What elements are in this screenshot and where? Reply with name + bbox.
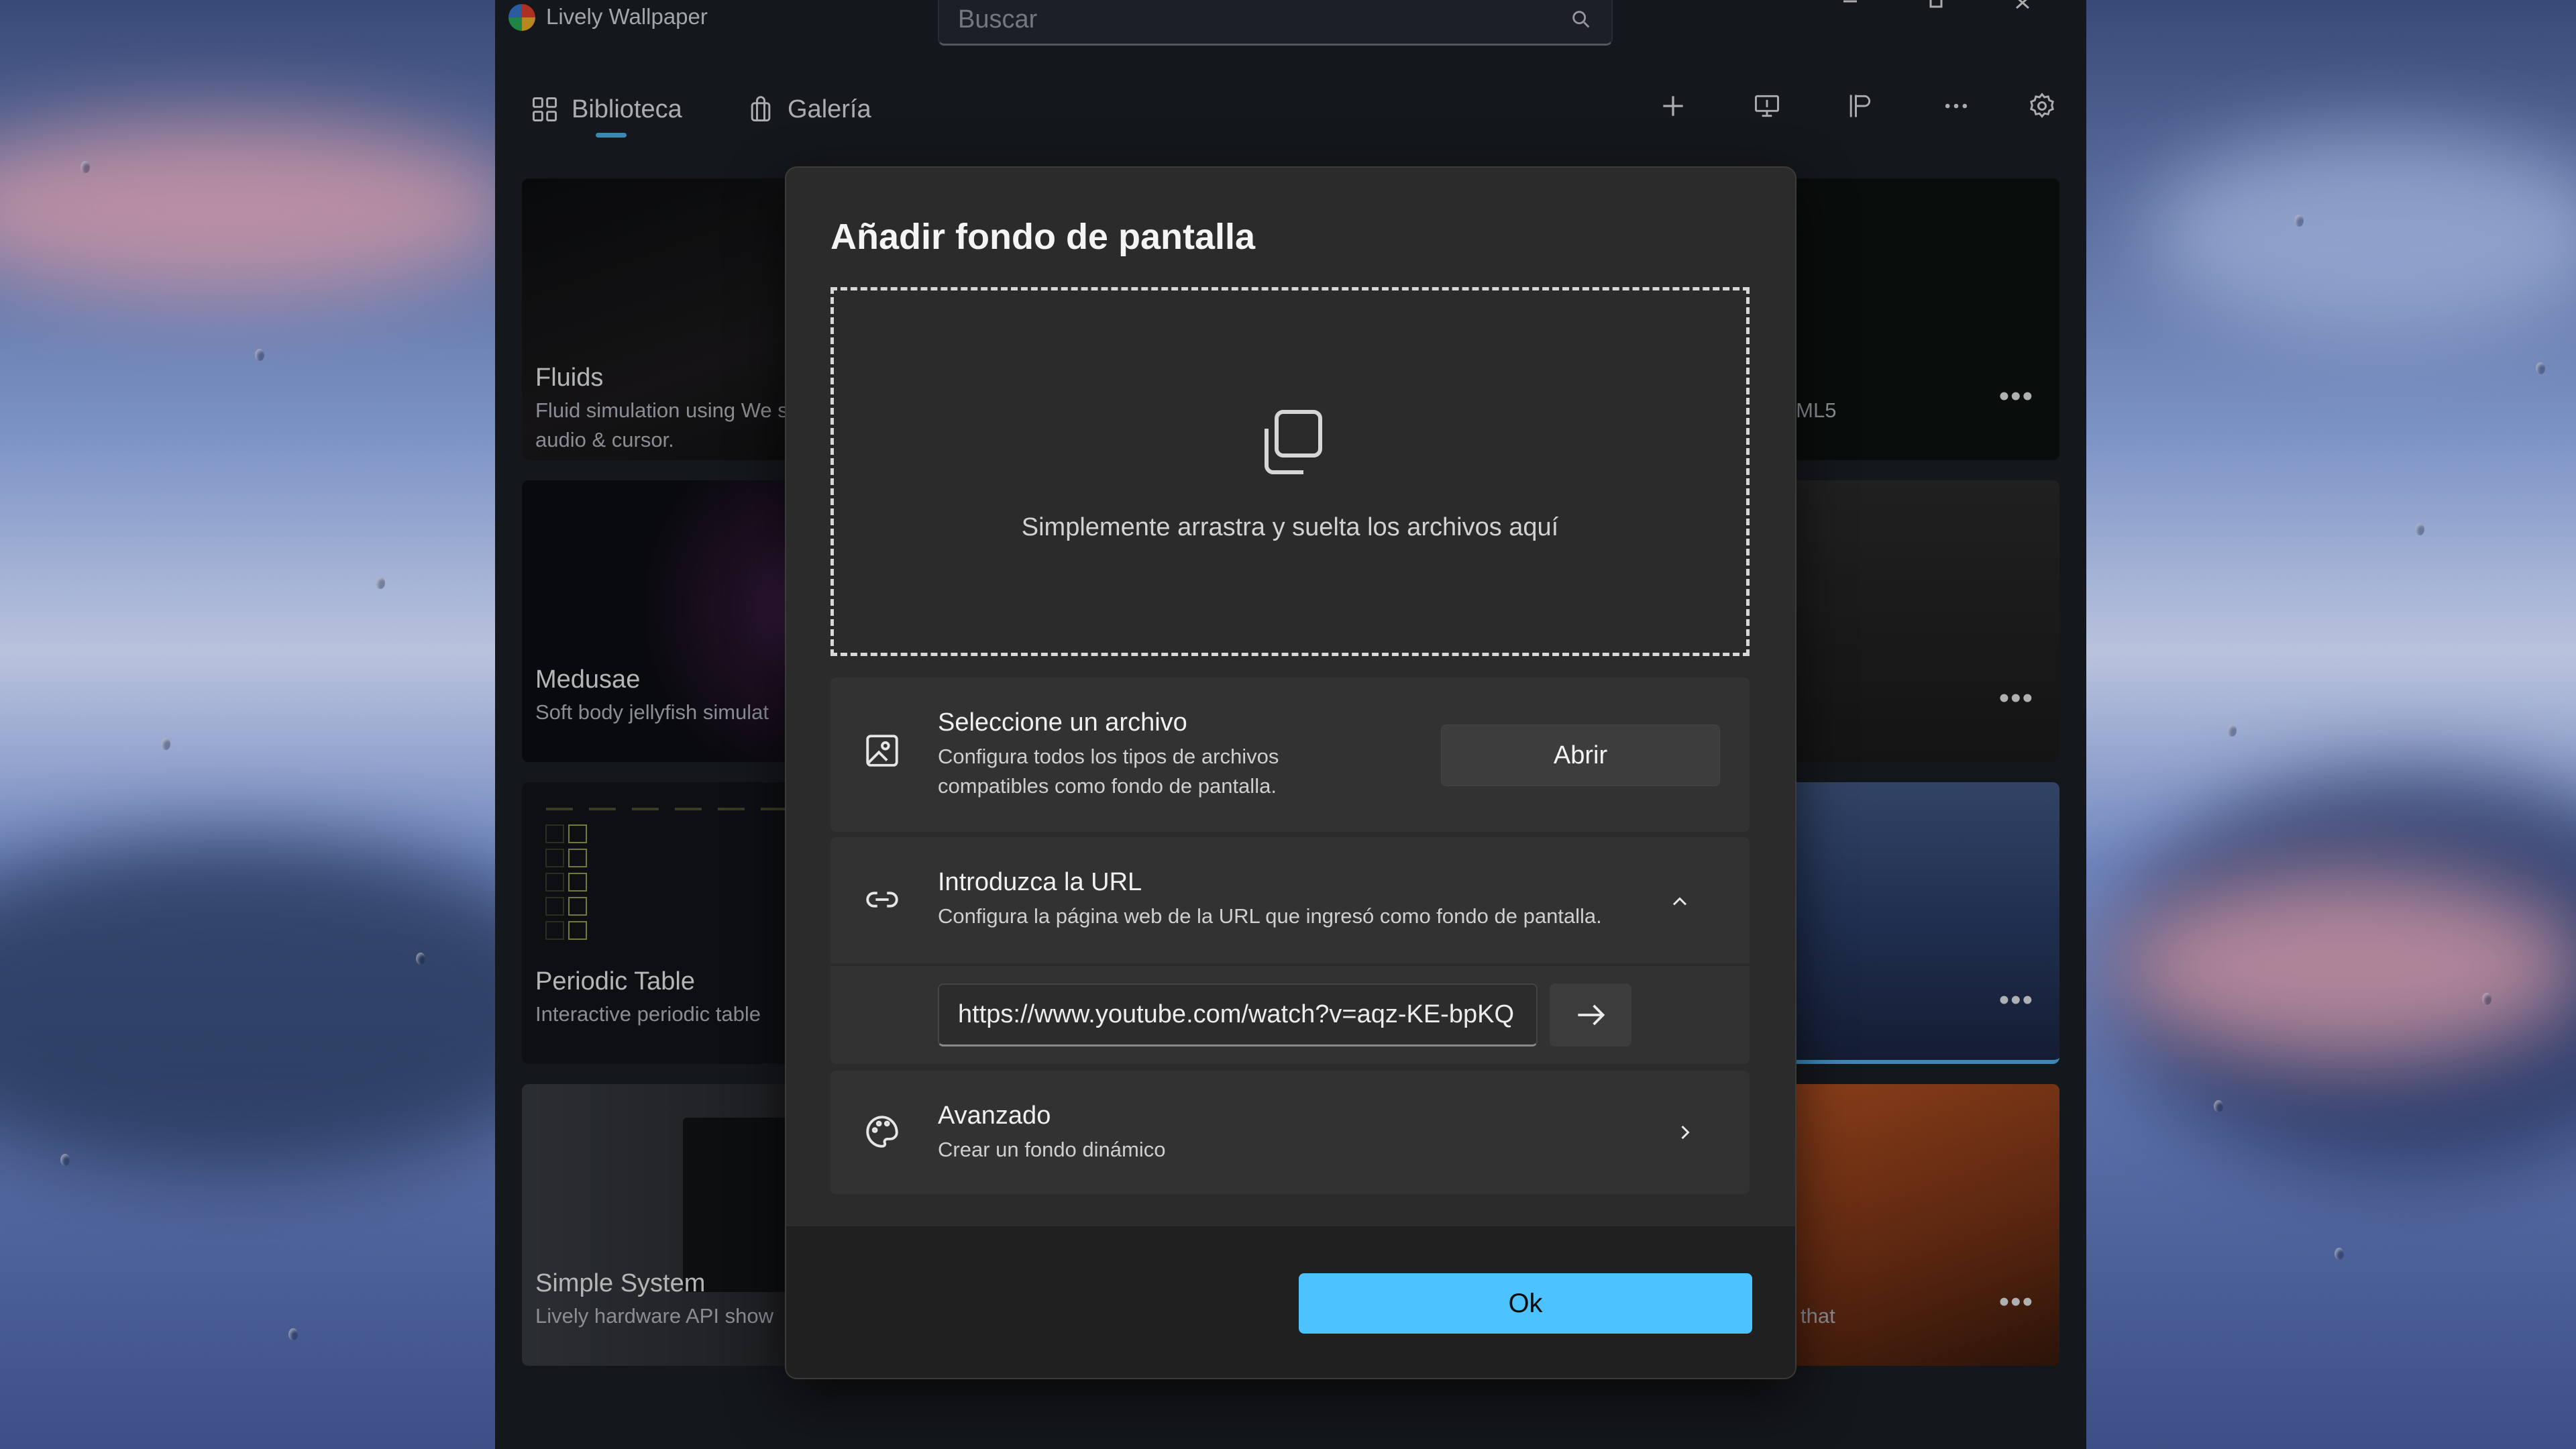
open-file-button[interactable]: Abrir — [1441, 724, 1720, 786]
submit-url-button[interactable] — [1550, 983, 1631, 1046]
select-file-description: Configura todos los tipos de archivos co… — [938, 745, 1279, 798]
dialog-footer: Ok — [786, 1226, 1795, 1378]
url-section-header[interactable]: Introduzca la URL Configura la página we… — [830, 837, 1750, 963]
link-icon — [866, 892, 898, 908]
palette-icon — [866, 1116, 898, 1148]
url-title: Introduzca la URL — [938, 868, 1142, 896]
url-input[interactable] — [938, 983, 1538, 1046]
url-input-row — [830, 966, 1750, 1064]
chevron-up-icon[interactable] — [1668, 890, 1692, 914]
advanced-description: Crear un fondo dinámico — [938, 1138, 1166, 1161]
add-wallpaper-dialog: Añadir fondo de pantalla Simplemente arr… — [785, 166, 1796, 1379]
copy-files-icon — [1265, 410, 1322, 474]
select-file-section: Seleccione un archivo Configura todos lo… — [830, 678, 1750, 832]
arrow-right-icon — [1578, 1004, 1605, 1026]
select-file-title: Seleccione un archivo — [938, 708, 1187, 737]
url-description: Configura la página web de la URL que in… — [938, 904, 1602, 928]
dialog-title: Añadir fondo de pantalla — [830, 217, 1256, 257]
image-icon — [866, 735, 898, 767]
chevron-right-icon — [1681, 1125, 1690, 1140]
drop-zone[interactable]: Simplemente arrastra y suelta los archiv… — [830, 287, 1750, 656]
advanced-section[interactable]: Avanzado Crear un fondo dinámico — [830, 1071, 1750, 1194]
ok-button[interactable]: Ok — [1299, 1273, 1752, 1334]
advanced-title: Avanzado — [938, 1102, 1051, 1130]
drop-zone-text: Simplemente arrastra y suelta los archiv… — [1021, 513, 1559, 541]
